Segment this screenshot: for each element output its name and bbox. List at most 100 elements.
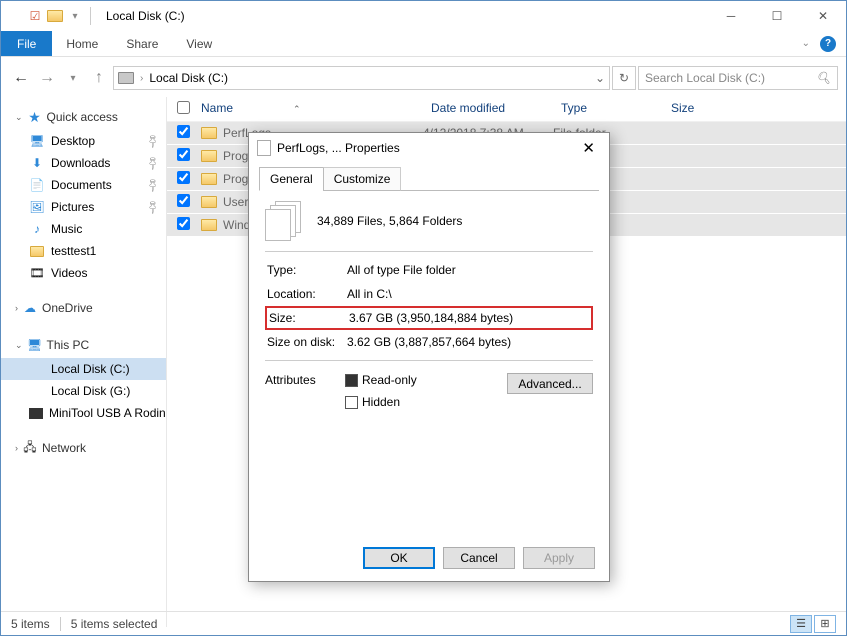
sidebar-group-onedrive: › ☁ OneDrive xyxy=(1,298,166,321)
prop-row-location: Location:All in C:\ xyxy=(265,282,593,306)
qat-save-icon[interactable]: ☑ xyxy=(27,8,43,24)
sidebar-item-downloads[interactable]: ⬇Downloads📌︎ xyxy=(1,152,166,174)
apply-button[interactable]: Apply xyxy=(523,547,595,569)
drive-icon xyxy=(29,384,45,398)
ok-button[interactable]: OK xyxy=(363,547,435,569)
sidebar-item-desktop[interactable]: 🖥Desktop📌︎ xyxy=(1,130,166,152)
window-controls: ─ ☐ ✕ xyxy=(708,1,846,31)
file-tab[interactable]: File xyxy=(1,31,52,56)
search-icon[interactable]: 🔍︎ xyxy=(816,71,831,85)
folder-icon xyxy=(201,173,217,185)
qat-folder-icon[interactable] xyxy=(47,8,63,24)
ribbon-collapse-icon[interactable]: ⌄ xyxy=(802,38,810,49)
summary-text: 34,889 Files, 5,864 Folders xyxy=(317,214,462,228)
column-headers: Name⌃ Date modified Type Size xyxy=(167,97,846,122)
recent-dropdown[interactable]: ▾ xyxy=(61,66,85,90)
cancel-button[interactable]: Cancel xyxy=(443,547,515,569)
select-all-checkbox[interactable] xyxy=(177,101,190,114)
dialog-close-button[interactable]: ✕ xyxy=(576,139,601,157)
quickaccess-expand-icon[interactable]: ⌄ xyxy=(15,112,23,123)
dialog-titlebar[interactable]: PerfLogs, ... Properties ✕ xyxy=(249,133,609,163)
dialog-tabs: General Customize xyxy=(259,167,599,191)
readonly-checkbox[interactable] xyxy=(345,374,358,387)
minimize-button[interactable]: ─ xyxy=(708,1,754,31)
sidebar-group-network: › 🖧 Network xyxy=(1,438,166,461)
prop-label: Location: xyxy=(267,287,347,301)
prop-value: 3.67 GB (3,950,184,884 bytes) xyxy=(349,311,513,325)
address-chevron[interactable]: › xyxy=(140,73,143,84)
sidebar-item-pictures[interactable]: 🖼Pictures📌︎ xyxy=(1,196,166,218)
ribbon-tab-view[interactable]: View xyxy=(172,31,226,56)
address-path[interactable]: Local Disk (C:) xyxy=(149,71,228,85)
tab-customize[interactable]: Customize xyxy=(323,167,402,191)
forward-button[interactable]: → xyxy=(35,66,59,90)
help-icon[interactable]: ? xyxy=(820,36,836,52)
properties-dialog: PerfLogs, ... Properties ✕ General Custo… xyxy=(248,132,610,582)
advanced-button[interactable]: Advanced... xyxy=(507,373,593,394)
network-expand-icon[interactable]: › xyxy=(15,443,18,453)
sidebar-item-label: Documents xyxy=(51,178,112,192)
prop-label: Size: xyxy=(269,311,349,325)
col-check[interactable] xyxy=(177,101,201,117)
ribbon-tab-share[interactable]: Share xyxy=(112,31,172,56)
address-dropdown-icon[interactable]: ⌄ xyxy=(595,71,605,85)
pin-icon: 📌︎ xyxy=(145,199,162,216)
sidebar-item-label: Videos xyxy=(51,266,87,280)
row-checkbox[interactable] xyxy=(177,217,190,230)
summary-row: 34,889 Files, 5,864 Folders xyxy=(265,201,593,241)
col-type[interactable]: Type xyxy=(561,101,671,117)
hidden-checkbox[interactable] xyxy=(345,396,358,409)
status-item-count: 5 items xyxy=(11,617,50,631)
sidebar-thispc-header[interactable]: ⌄ 🖥 This PC xyxy=(1,335,166,358)
address-bar[interactable]: › Local Disk (C:) ⌄ xyxy=(113,66,610,90)
icons-view-button[interactable]: ⊞ xyxy=(814,615,836,633)
maximize-button[interactable]: ☐ xyxy=(754,1,800,31)
col-name[interactable]: Name⌃ xyxy=(201,101,431,117)
col-date[interactable]: Date modified xyxy=(431,101,561,117)
sidebar-onedrive-header[interactable]: › ☁ OneDrive xyxy=(1,298,166,321)
pin-icon: 📌︎ xyxy=(145,177,162,194)
network-icon: 🖧 xyxy=(22,441,38,455)
up-button[interactable]: ↑ xyxy=(87,66,111,90)
sidebar-item-drive-c[interactable]: Local Disk (C:) xyxy=(1,358,166,380)
prop-value: All in C:\ xyxy=(347,287,392,301)
onedrive-icon: ☁ xyxy=(22,301,38,315)
close-button[interactable]: ✕ xyxy=(800,1,846,31)
sidebar-item-music[interactable]: ♪Music xyxy=(1,218,166,240)
onedrive-expand-icon[interactable]: › xyxy=(15,303,18,313)
usb-icon xyxy=(29,406,43,420)
sidebar-item-documents[interactable]: 📄Documents📌︎ xyxy=(1,174,166,196)
details-view-button[interactable]: ☰ xyxy=(790,615,812,633)
tab-general[interactable]: General xyxy=(259,167,324,191)
hidden-checkbox-row[interactable]: Hidden xyxy=(345,395,417,409)
dialog-icon xyxy=(257,140,271,156)
sidebar-item-usb[interactable]: MiniTool USB A Rodin xyxy=(1,402,166,424)
thispc-expand-icon[interactable]: ⌄ xyxy=(15,340,23,351)
sidebar-item-testtest1[interactable]: testtest1 xyxy=(1,240,166,262)
qat-dropdown[interactable]: ▾ xyxy=(67,8,83,24)
attributes-label: Attributes xyxy=(265,373,345,387)
ribbon-tab-home[interactable]: Home xyxy=(52,31,112,56)
row-checkbox[interactable] xyxy=(177,171,190,184)
dialog-title: PerfLogs, ... Properties xyxy=(277,141,400,155)
refresh-button[interactable]: ↻ xyxy=(612,66,636,90)
search-box[interactable]: Search Local Disk (C:) 🔍︎ xyxy=(638,66,838,90)
sidebar: ⌄ ★ Quick access 🖥Desktop📌︎ ⬇Downloads📌︎… xyxy=(1,97,167,627)
sidebar-item-videos[interactable]: 🎞Videos xyxy=(1,262,166,284)
divider xyxy=(90,7,91,25)
pin-icon: 📌︎ xyxy=(145,155,162,172)
readonly-checkbox-row[interactable]: Read-only xyxy=(345,373,417,387)
sidebar-network-header[interactable]: › 🖧 Network xyxy=(1,438,166,461)
row-checkbox[interactable] xyxy=(177,148,190,161)
divider xyxy=(60,617,61,631)
folder-icon xyxy=(201,150,217,162)
back-button[interactable]: ← xyxy=(9,66,33,90)
prop-label: Size on disk: xyxy=(267,335,347,349)
window-title: Local Disk (C:) xyxy=(106,9,185,23)
sidebar-item-drive-g[interactable]: Local Disk (G:) xyxy=(1,380,166,402)
sidebar-quickaccess-header[interactable]: ⌄ ★ Quick access xyxy=(1,107,166,130)
attributes-row: Attributes Read-only Hidden Advanced... xyxy=(265,367,593,417)
row-checkbox[interactable] xyxy=(177,125,190,138)
row-checkbox[interactable] xyxy=(177,194,190,207)
col-size[interactable]: Size xyxy=(671,101,840,117)
